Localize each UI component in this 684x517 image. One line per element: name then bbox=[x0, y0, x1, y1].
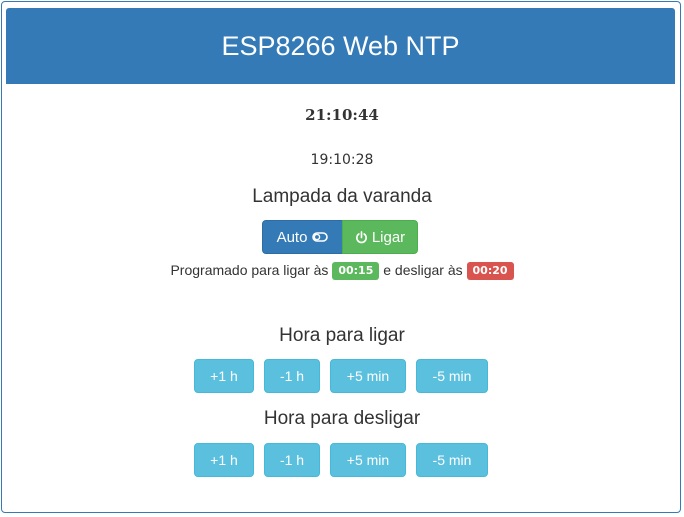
page-header: ESP8266 Web NTP bbox=[6, 8, 675, 84]
schedule-middle: e desligar às bbox=[383, 262, 463, 278]
mode-button-group: Auto Ligar bbox=[262, 220, 418, 254]
power-on-button[interactable]: Ligar bbox=[342, 220, 418, 254]
on-minus-5min-button[interactable]: -5 min bbox=[416, 359, 488, 393]
on-section-title: Hora para ligar bbox=[279, 325, 405, 346]
off-time-badge: 00:20 bbox=[466, 262, 514, 280]
off-plus-5min-button[interactable]: +5 min bbox=[330, 443, 406, 477]
toggle-icon bbox=[312, 232, 329, 242]
device-title: Lampada da varanda bbox=[252, 186, 432, 207]
off-minus-1h-button[interactable]: -1 h bbox=[264, 443, 320, 477]
on-time-badge: 00:15 bbox=[332, 262, 380, 280]
on-adjust-row: +1 h -1 h +5 min -5 min bbox=[0, 359, 684, 393]
on-minus-1h-button[interactable]: -1 h bbox=[264, 359, 320, 393]
power-icon bbox=[355, 230, 367, 243]
schedule-prefix: Programado para ligar às bbox=[170, 262, 329, 278]
on-plus-5min-button[interactable]: +5 min bbox=[330, 359, 406, 393]
auto-button-label: Auto bbox=[276, 228, 308, 246]
page-title: ESP8266 Web NTP bbox=[221, 30, 460, 61]
off-adjust-row: +1 h -1 h +5 min -5 min bbox=[0, 443, 684, 477]
secondary-time: 19:10:28 bbox=[310, 152, 374, 168]
schedule-text: Programado para ligar às 00:15 e desliga… bbox=[0, 262, 684, 280]
auto-button[interactable]: Auto bbox=[262, 220, 343, 254]
on-plus-1h-button[interactable]: +1 h bbox=[194, 359, 254, 393]
off-plus-1h-button[interactable]: +1 h bbox=[194, 443, 254, 477]
power-on-label: Ligar bbox=[371, 228, 406, 246]
current-time: 21:10:44 bbox=[305, 106, 379, 124]
off-minus-5min-button[interactable]: -5 min bbox=[416, 443, 488, 477]
off-section-title: Hora para desligar bbox=[263, 408, 421, 429]
